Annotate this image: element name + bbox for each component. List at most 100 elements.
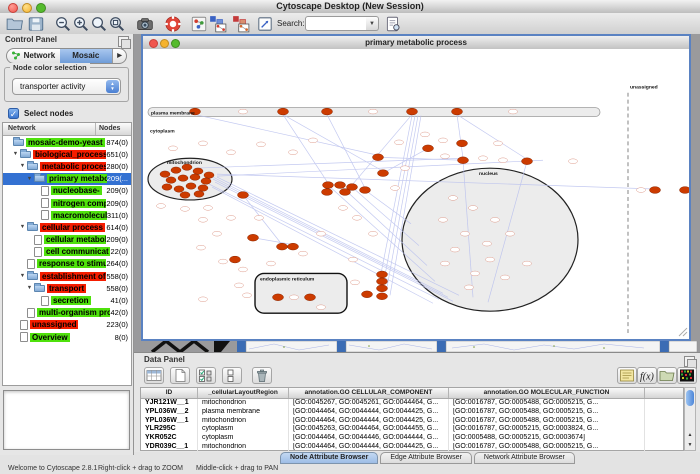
data-panel-title: Data Panel (144, 355, 185, 364)
window-minimize-button[interactable] (160, 39, 169, 48)
table-row[interactable]: YPL036W__2plasma membrane[GO:0044464, GO… (141, 408, 683, 417)
expand-arrow-icon[interactable]: ▼ (18, 224, 27, 230)
table-row[interactable]: YLR295Ccytoplasm[GO:0045263, GO:0044464,… (141, 425, 683, 434)
select-nodes-checkbox[interactable]: ✓ (8, 108, 19, 119)
search-input[interactable] (305, 16, 371, 31)
tab-overflow-arrow-icon[interactable]: ▶ (112, 49, 126, 63)
minimize-button[interactable] (22, 3, 32, 13)
zoom-window-button[interactable] (36, 3, 46, 13)
tree-item[interactable]: ▼transport558(0) (3, 282, 131, 294)
tree-item[interactable]: mosaic-demo-yeast874(0) (3, 136, 131, 148)
open-file-icon[interactable] (6, 15, 24, 33)
scroll-down-icon[interactable]: ▼ (685, 440, 695, 450)
folder-icon (13, 139, 24, 146)
expand-arrow-icon[interactable]: ▼ (25, 285, 34, 291)
new-attribute-icon[interactable] (170, 367, 190, 384)
tab-node-attribute-browser[interactable]: Node Attribute Browser (280, 452, 378, 464)
tree-item[interactable]: response to stimul264(0) (3, 258, 131, 270)
network-canvas[interactable]: plasma membrane cytoplasm mitochondrion … (143, 49, 689, 339)
tree-item[interactable]: unassigned223(0) (3, 319, 131, 331)
status-welcome: Welcome to Cytoscape 2.8.1 (8, 465, 97, 472)
tree-header[interactable]: Network Nodes (3, 123, 131, 136)
background-windows-strip[interactable] (134, 341, 700, 352)
file-icon (20, 320, 28, 330)
network-view-window[interactable]: primary metabolic process (141, 34, 691, 341)
help-lifering-icon[interactable] (164, 15, 182, 33)
scroll-up-icon[interactable]: ▲ (685, 430, 695, 440)
control-panel-title: Control Panel (5, 35, 57, 44)
tree-item[interactable]: nitrogen compo209(0) (3, 197, 131, 209)
tree-item[interactable]: macromolecule311(0) (3, 209, 131, 221)
unselect-all-attributes-icon[interactable] (222, 367, 242, 384)
node-color-attribute-select[interactable]: transporter activity ▲▼ (12, 78, 121, 95)
heatmap-icon[interactable] (677, 367, 697, 384)
import-attribute-table-icon[interactable] (617, 367, 637, 384)
column-layout-region[interactable]: _cellularLayoutRegion (198, 388, 289, 398)
attribute-select-icon[interactable] (144, 367, 164, 384)
delete-attribute-icon[interactable] (252, 367, 272, 384)
table-row[interactable]: YDR039C__1mitochondrion[GO:0044464, GO:0… (141, 443, 683, 452)
expand-arrow-icon[interactable]: ▼ (25, 176, 34, 182)
zoom-selected-icon[interactable] (90, 15, 108, 33)
network-view-icon[interactable] (190, 15, 208, 33)
tab-edge-attribute-browser[interactable]: Edge Attribute Browser (380, 452, 472, 464)
mitochondrion-label: mitochondrion (167, 160, 202, 166)
table-row[interactable]: YPL036W__1mitochondrion[GO:0044464, GO:0… (141, 417, 683, 426)
tree-item[interactable]: ▼biological_process651(0) (3, 148, 131, 160)
region-shapes[interactable] (148, 93, 628, 335)
attribute-table-header[interactable]: ID _cellularLayoutRegion annotation.GO C… (141, 388, 683, 399)
app-titlebar[interactable]: Cytoscape Desktop (New Session) (0, 0, 700, 14)
tree-item[interactable]: secretion41(0) (3, 294, 131, 306)
attribute-browser-tabs: Node Attribute Browser Edge Attribute Br… (280, 452, 575, 464)
tree-column-network[interactable]: Network (3, 123, 96, 135)
tree-item[interactable]: multi-organism pro42(0) (3, 307, 131, 319)
select-all-attributes-icon[interactable] (196, 367, 216, 384)
annotation-icon[interactable] (256, 15, 274, 33)
close-button[interactable] (8, 3, 18, 13)
expand-arrow-icon[interactable]: ▼ (18, 163, 27, 169)
cytoscape-desktop: Cytoscape Desktop (New Session) (0, 0, 700, 474)
table-row[interactable]: YJR121W__1mitochondrion[GO:0045267, GO:0… (141, 399, 683, 408)
save-session-icon[interactable] (27, 15, 45, 33)
zoom-fit-icon[interactable] (108, 15, 126, 33)
birdseye-view[interactable] (3, 390, 130, 450)
open-attributes-icon[interactable] (657, 367, 677, 384)
import-attributes-icon[interactable] (232, 15, 250, 33)
expand-arrow-icon[interactable]: ▼ (11, 151, 20, 157)
configure-search-icon[interactable] (384, 15, 402, 33)
window-zoom-button[interactable] (171, 39, 180, 48)
expand-arrow-icon[interactable]: ▼ (18, 273, 27, 279)
control-panel: Control Panel Network Mosaic ▶ Node colo… (0, 34, 134, 455)
tab-network[interactable]: Network (7, 49, 60, 63)
column-molecular-function[interactable]: annotation.GO MOLECULAR_FUNCTION (449, 388, 645, 398)
function-builder-icon[interactable]: f(x) (637, 367, 657, 384)
tree-column-nodes[interactable]: Nodes (96, 123, 131, 135)
float-panel-icon[interactable] (118, 36, 129, 47)
column-id[interactable]: ID (141, 388, 198, 398)
tree-item[interactable]: ▼metabolic process280(0) (3, 160, 131, 172)
scrollbar-thumb[interactable] (686, 390, 694, 406)
zoom-in-icon[interactable] (72, 15, 90, 33)
attribute-table[interactable]: ID _cellularLayoutRegion annotation.GO C… (140, 387, 684, 451)
tree-item[interactable]: cell communicat22(0) (3, 246, 131, 258)
tab-mosaic[interactable]: Mosaic (60, 49, 113, 63)
tree-item[interactable]: Overview8(0) (3, 331, 131, 343)
window-close-button[interactable] (149, 39, 158, 48)
tree-item[interactable]: ▼cellular process614(0) (3, 221, 131, 233)
network-window-titlebar[interactable]: primary metabolic process (143, 36, 689, 50)
snapshot-camera-icon[interactable] (136, 15, 154, 33)
search-dropdown-icon[interactable]: ▼ (366, 16, 379, 31)
table-row[interactable]: YKR052Ccytoplasm[GO:0044464, GO:0044446,… (141, 434, 683, 443)
main-toolbar: Search: ▼ (0, 13, 700, 35)
resize-grip-icon[interactable] (679, 328, 687, 336)
table-scrollbar[interactable]: ▲ ▼ (684, 387, 696, 451)
tree-item-selected[interactable]: ▼primary metabo209(... (3, 173, 131, 185)
tree-item[interactable]: cellular metabol209(0) (3, 234, 131, 246)
tree-item[interactable]: nucleobase-209(0) (3, 185, 131, 197)
zoom-out-icon[interactable] (54, 15, 72, 33)
float-data-panel-icon[interactable] (684, 356, 695, 367)
import-network-icon[interactable] (209, 15, 227, 33)
column-cellular-component[interactable]: annotation.GO CELLULAR_COMPONENT (289, 388, 449, 398)
tab-network-attribute-browser[interactable]: Network Attribute Browser (474, 452, 575, 464)
tree-item[interactable]: ▼establishment of lo558(0) (3, 270, 131, 282)
